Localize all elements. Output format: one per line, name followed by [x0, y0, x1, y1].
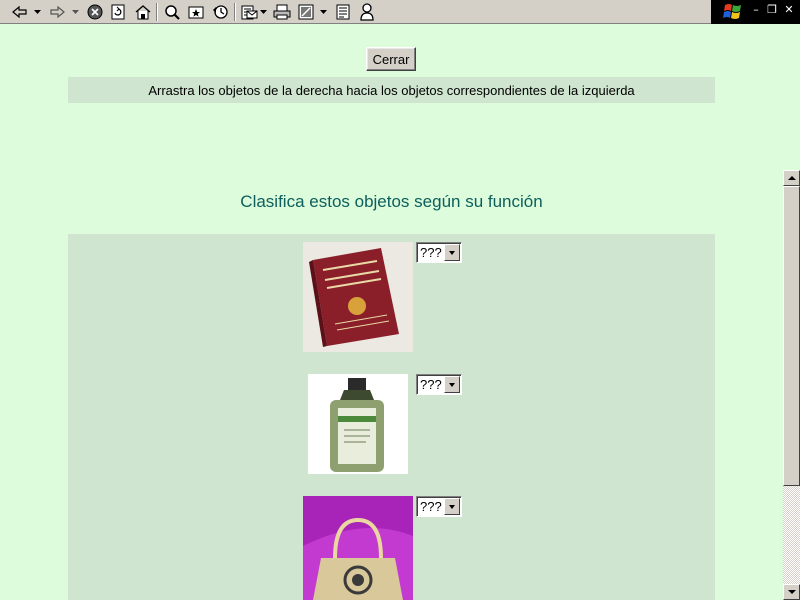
chevron-down-icon[interactable] [444, 244, 460, 261]
search-icon[interactable] [162, 2, 182, 22]
stop-icon[interactable] [85, 2, 105, 22]
windows-logo-icon [723, 4, 741, 19]
close-window-icon[interactable]: ✕ [783, 4, 795, 16]
chevron-down-icon[interactable] [444, 376, 460, 393]
minimize-icon[interactable]: – [750, 4, 762, 16]
handbag-image[interactable] [303, 496, 413, 600]
home-icon[interactable] [133, 2, 153, 22]
instructions-text: Arrastra los objetos de la derecha hacia… [68, 77, 715, 103]
forward-dropdown-icon[interactable] [72, 8, 79, 16]
toolbar-separator [234, 3, 236, 21]
browser-toolbar: – ❐ ✕ [0, 0, 800, 24]
scrollbar-thumb[interactable] [783, 186, 800, 486]
close-button[interactable]: Cerrar [366, 47, 416, 71]
favorites-icon[interactable] [186, 2, 206, 22]
toolbar-separator [156, 3, 158, 21]
discuss-icon[interactable] [333, 2, 353, 22]
function-select[interactable]: ??? [416, 374, 462, 395]
mail-dropdown-icon[interactable] [260, 8, 267, 16]
vertical-scrollbar[interactable] [783, 170, 800, 600]
print-icon[interactable] [272, 2, 292, 22]
refresh-icon[interactable] [108, 2, 128, 22]
bottle-image[interactable] [308, 374, 408, 474]
window-controls: – ❐ ✕ [711, 0, 800, 24]
chevron-down-icon[interactable] [444, 498, 460, 515]
book-image[interactable] [303, 242, 413, 352]
history-icon[interactable] [210, 2, 230, 22]
function-select[interactable]: ??? [416, 242, 462, 263]
back-dropdown-icon[interactable] [34, 8, 41, 16]
back-icon[interactable] [10, 2, 30, 22]
restore-icon[interactable]: ❐ [766, 4, 778, 16]
function-select[interactable]: ??? [416, 496, 462, 517]
scroll-down-icon[interactable] [783, 584, 800, 600]
edit-icon[interactable] [296, 2, 316, 22]
mail-icon[interactable] [240, 2, 260, 22]
messenger-icon[interactable] [357, 2, 377, 22]
forward-icon[interactable] [47, 2, 67, 22]
scroll-up-icon[interactable] [783, 170, 800, 186]
page-heading: Clasifica estos objetos según su función [240, 192, 543, 211]
edit-dropdown-icon[interactable] [320, 8, 327, 16]
